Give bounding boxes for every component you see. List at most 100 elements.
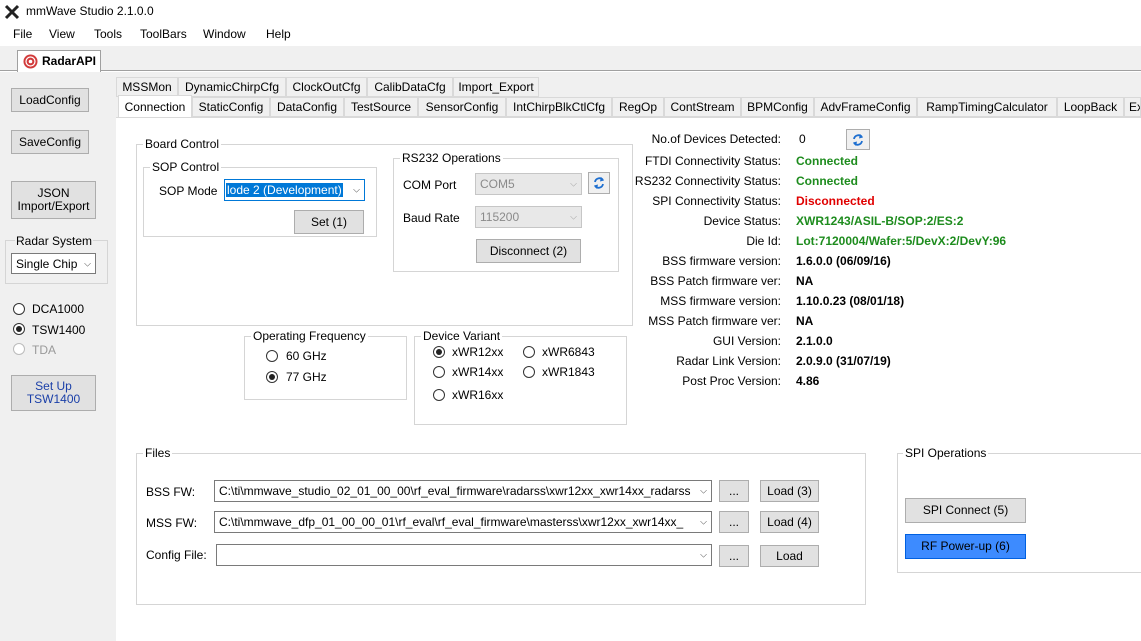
bss-patch-value: NA	[796, 274, 814, 288]
xwr1843-radio[interactable]	[523, 366, 535, 378]
tsw1400-radio[interactable]	[13, 323, 25, 335]
config-file-select[interactable]: ⌵	[216, 544, 712, 566]
sop-control-title: SOP Control	[150, 160, 222, 174]
document-tab-radarapi[interactable]: RadarAPI	[17, 50, 101, 72]
freq-77ghz-radio[interactable]	[266, 371, 278, 383]
tab-connection[interactable]: Connection	[118, 95, 192, 117]
spi-connect-button[interactable]: SPI Connect (5)	[905, 498, 1026, 523]
sop-mode-select[interactable]: lode 2 (Development) ⌵	[224, 179, 365, 201]
menu-bar: File View Tools ToolBars Window Help	[0, 24, 1141, 46]
mss-fw-browse-button[interactable]: ...	[719, 511, 749, 533]
tda-radio[interactable]	[13, 343, 25, 355]
config-file-label: Config File:	[146, 548, 207, 562]
tab-regop[interactable]: RegOp	[612, 97, 664, 117]
post-proc-version-label: Post Proc Version:	[682, 374, 781, 388]
sop-set-button[interactable]: Set (1)	[294, 210, 364, 234]
mss-fw-label: MSS FW:	[146, 516, 198, 530]
setup-button-line2: TSW1400	[26, 392, 81, 406]
mss-patch-label: MSS Patch firmware ver:	[648, 314, 781, 328]
rf-power-up-button[interactable]: RF Power-up (6)	[905, 534, 1026, 559]
bss-fw-path-select[interactable]: C:\ti\mmwave_studio_02_01_00_00\rf_eval_…	[214, 480, 712, 502]
setup-tsw1400-button[interactable]: Set Up TSW1400	[11, 375, 96, 411]
sop-mode-value: lode 2 (Development)	[226, 183, 343, 197]
files-title: Files	[143, 446, 173, 460]
radar-link-version-label: Radar Link Version:	[676, 354, 781, 368]
tab-dataconfig[interactable]: DataConfig	[270, 97, 344, 117]
xwr16xx-radio[interactable]	[433, 389, 445, 401]
rs232-status-label: RS232 Connectivity Status:	[634, 174, 781, 188]
save-config-button[interactable]: SaveConfig	[11, 130, 89, 154]
spi-operations-title: SPI Operations	[903, 446, 989, 460]
menu-help[interactable]: Help	[266, 27, 291, 41]
xwr6843-radio[interactable]	[523, 346, 535, 358]
xwr12xx-radio[interactable]	[433, 346, 445, 358]
menu-window[interactable]: Window	[203, 27, 246, 41]
dca1000-label: DCA1000	[32, 302, 85, 316]
bss-fw-version-value: 1.6.0.0 (06/09/16)	[796, 254, 891, 268]
refresh-com-ports-button[interactable]	[588, 172, 610, 194]
tab-clockoutcfg[interactable]: ClockOutCfg	[286, 77, 367, 97]
board-control-title: Board Control	[143, 137, 222, 151]
tab-sensorconfig[interactable]: SensorConfig	[418, 97, 506, 117]
tab-ramptimingcalculator[interactable]: RampTimingCalculator	[917, 97, 1057, 117]
config-file-load-button[interactable]: Load	[760, 545, 819, 567]
tab-ex[interactable]: Ex	[1124, 97, 1141, 117]
radar-system-select[interactable]: Single Chip ⌵	[11, 253, 96, 274]
tab-mssmon[interactable]: MSSMon	[116, 77, 178, 97]
left-panel: LoadConfig SaveConfig JSON Import/Export…	[0, 72, 116, 641]
json-import-export-button[interactable]: JSON Import/Export	[11, 181, 96, 219]
mss-fw-path-select[interactable]: C:\ti\mmwave_dfp_01_00_00_01\rf_eval\rf_…	[214, 511, 712, 533]
bss-fw-browse-button[interactable]: ...	[719, 480, 749, 502]
tab-import-export[interactable]: Import_Export	[453, 77, 539, 97]
chevron-down-icon: ⌵	[697, 485, 707, 497]
mss-patch-value: NA	[796, 314, 814, 328]
chevron-down-icon: ⌵	[697, 516, 707, 528]
xwr14xx-radio[interactable]	[433, 366, 445, 378]
baud-rate-value: 115200	[480, 210, 520, 224]
load-config-button[interactable]: LoadConfig	[11, 88, 89, 112]
menu-view[interactable]: View	[49, 27, 75, 41]
tab-contstream[interactable]: ContStream	[664, 97, 741, 117]
mss-fw-version-label: MSS firmware version:	[660, 294, 781, 308]
tab-loopback[interactable]: LoopBack	[1057, 97, 1124, 117]
xwr16xx-label: xWR16xx	[452, 388, 504, 402]
config-file-browse-button[interactable]: ...	[719, 545, 749, 567]
rs232-operations-title: RS232 Operations	[400, 151, 503, 165]
tab-dynamicchirpcfg[interactable]: DynamicChirpCfg	[178, 77, 286, 97]
bss-fw-path: C:\ti\mmwave_studio_02_01_00_00\rf_eval_…	[219, 484, 691, 498]
document-tab-strip	[0, 46, 1141, 71]
app-logo-icon	[4, 4, 20, 20]
baud-rate-select[interactable]: 115200 ⌵	[475, 206, 582, 228]
device-status-label: Device Status:	[703, 214, 781, 228]
refresh-devices-button[interactable]	[846, 129, 870, 150]
radar-link-version-value: 2.0.9.0 (31/07/19)	[796, 354, 891, 368]
com-port-select[interactable]: COM5 ⌵	[475, 173, 582, 195]
device-variant-group	[414, 336, 627, 425]
freq-60ghz-radio[interactable]	[266, 350, 278, 362]
tab-advframeconfig[interactable]: AdvFrameConfig	[814, 97, 917, 117]
tab-testsource[interactable]: TestSource	[344, 97, 418, 117]
tab-calibdatacfg[interactable]: CalibDataCfg	[367, 77, 453, 97]
tab-staticconfig[interactable]: StaticConfig	[192, 97, 270, 117]
com-port-label: COM Port	[403, 178, 457, 192]
device-variant-title: Device Variant	[421, 329, 503, 343]
bss-fw-load-button[interactable]: Load (3)	[760, 480, 819, 502]
menu-file[interactable]: File	[13, 27, 32, 41]
freq-60ghz-label: 60 GHz	[286, 349, 327, 363]
xwr14xx-label: xWR14xx	[452, 365, 504, 379]
mss-fw-load-button[interactable]: Load (4)	[760, 511, 819, 533]
num-devices-label: No.of Devices Detected:	[651, 132, 781, 146]
spi-status-value: Disconnected	[796, 194, 875, 208]
sop-mode-label: SOP Mode	[159, 184, 218, 198]
tab-bpmconfig[interactable]: BPMConfig	[741, 97, 814, 117]
menu-tools[interactable]: Tools	[94, 27, 122, 41]
refresh-icon	[853, 133, 863, 146]
disconnect-button[interactable]: Disconnect (2)	[476, 239, 581, 263]
num-devices-value: 0	[799, 132, 806, 146]
die-id-value: Lot:7120004/Wafer:5/DevX:2/DevY:96	[796, 234, 1007, 248]
operating-frequency-group	[244, 336, 407, 400]
menu-toolbars[interactable]: ToolBars	[140, 27, 187, 41]
tab-intchirpblkctlcfg[interactable]: IntChirpBlkCtlCfg	[506, 97, 612, 117]
xwr1843-label: xWR1843	[542, 365, 595, 379]
dca1000-radio[interactable]	[13, 303, 25, 315]
